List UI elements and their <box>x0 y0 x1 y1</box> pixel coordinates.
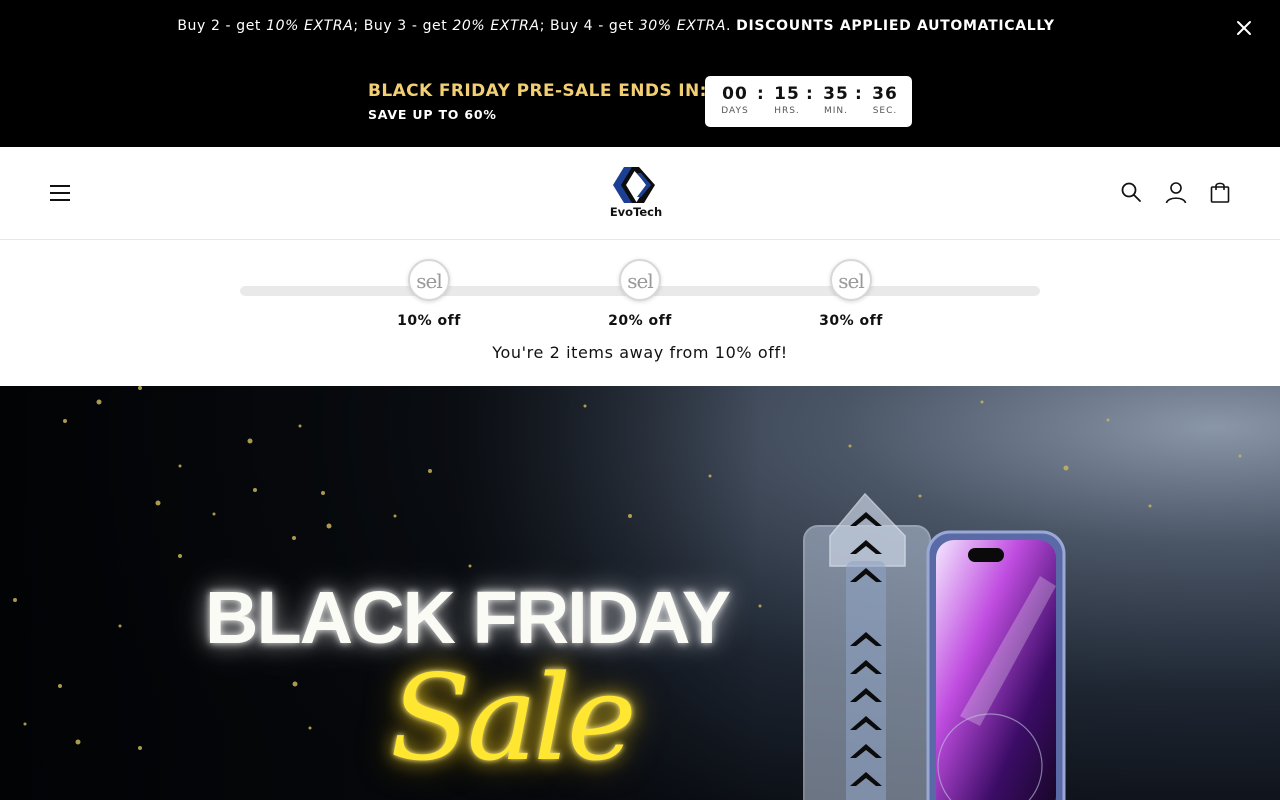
tier-label-10: 10% off <box>397 313 461 329</box>
announcement-part: ; Buy 4 - get <box>539 18 639 34</box>
announcement-part: . <box>726 18 737 34</box>
countdown-value: 15 <box>774 84 800 104</box>
countdown-separator: : <box>757 84 764 104</box>
announcement-part: ; Buy 3 - get <box>353 18 453 34</box>
installer-tray <box>803 492 931 800</box>
brand-name: EvoTech <box>609 205 663 219</box>
announcement-bar: Buy 2 - get 10% EXTRA; Buy 3 - get 20% E… <box>0 0 1280 55</box>
countdown-heading: BLACK FRIDAY PRE-SALE ENDS IN: <box>368 81 707 101</box>
announcement-part: Buy 2 - get <box>177 18 267 34</box>
countdown-value: 35 <box>823 84 849 104</box>
logo-mark-icon <box>613 167 655 203</box>
brand-logo[interactable]: EvoTech <box>600 165 672 223</box>
countdown-bar: BLACK FRIDAY PRE-SALE ENDS IN: SAVE UP T… <box>0 55 1280 147</box>
tier-badge-text: sel <box>627 269 654 293</box>
announcement-text: Buy 2 - get 10% EXTRA; Buy 3 - get 20% E… <box>0 18 1232 34</box>
countdown-timer: 00 DAYS : 15 HRS. : 35 MIN. : 36 SEC. <box>705 76 912 127</box>
countdown-subheading: SAVE UP TO 60% <box>368 107 497 122</box>
tier-badge: sel <box>830 259 872 301</box>
tier-badge: sel <box>408 259 450 301</box>
search-icon[interactable] <box>1119 180 1143 204</box>
site-header: EvoTech <box>0 147 1280 240</box>
hero-banner[interactable]: BLACK FRIDAY Sale <box>0 386 1280 800</box>
close-icon[interactable] <box>1232 16 1256 40</box>
countdown-seconds: 36 SEC. <box>865 84 905 117</box>
countdown-separator: : <box>855 84 862 104</box>
tier-message: You're 2 items away from 10% off! <box>492 343 788 362</box>
countdown-minutes: 35 MIN. <box>816 84 856 117</box>
countdown-label: HRS. <box>774 106 800 116</box>
tier-label-30: 30% off <box>819 313 883 329</box>
countdown-value: 36 <box>872 84 898 104</box>
countdown-label: MIN. <box>823 106 848 116</box>
announcement-highlight: DISCOUNTS APPLIED AUTOMATICALLY <box>736 18 1055 34</box>
announcement-discount: 10% EXTRA <box>266 18 354 34</box>
countdown-hours: 15 HRS. <box>767 84 807 117</box>
phone-device <box>926 530 1066 800</box>
countdown-value: 00 <box>722 84 748 104</box>
tier-badge: sel <box>619 259 661 301</box>
tier-label-20: 20% off <box>608 313 672 329</box>
discount-tiers: sel sel sel 10% off 20% off 30% off You'… <box>0 240 1280 386</box>
menu-icon[interactable] <box>46 179 74 207</box>
announcement-discount: 20% EXTRA <box>452 18 540 34</box>
hero-script-text: Sale <box>390 649 637 787</box>
tier-badge-text: sel <box>838 269 865 293</box>
countdown-days: 00 DAYS <box>715 84 755 117</box>
tier-badge-text: sel <box>416 269 443 293</box>
countdown-label: DAYS <box>721 106 749 116</box>
cart-icon[interactable] <box>1208 180 1232 204</box>
countdown-separator: : <box>806 84 813 104</box>
announcement-discount: 30% EXTRA <box>638 18 727 34</box>
countdown-label: SEC. <box>872 106 898 116</box>
account-icon[interactable] <box>1164 180 1188 204</box>
hero-title: BLACK FRIDAY <box>205 576 731 659</box>
